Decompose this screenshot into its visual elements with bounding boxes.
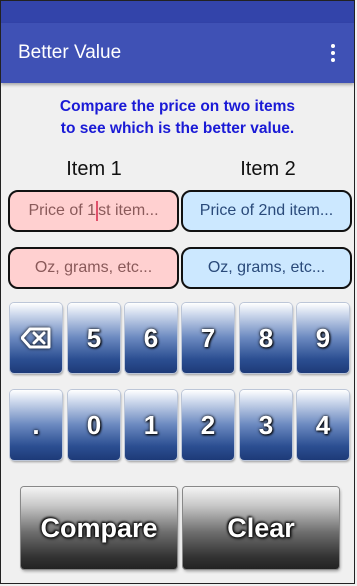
- item1-price-text-b: st item...: [98, 202, 159, 219]
- item2-size-input[interactable]: Oz, grams, etc...: [181, 247, 352, 289]
- key-5[interactable]: 5: [68, 303, 120, 373]
- item1-size-input[interactable]: Oz, grams, etc...: [8, 247, 179, 289]
- key-4[interactable]: 4: [297, 390, 349, 460]
- item1-label: Item 1: [66, 158, 122, 180]
- backspace-key[interactable]: [10, 303, 62, 373]
- clear-button[interactable]: Clear: [183, 487, 339, 569]
- more-vert-icon[interactable]: [318, 33, 348, 73]
- item2-price-input[interactable]: Price of 2nd item...: [181, 190, 352, 232]
- key-1[interactable]: 1: [125, 390, 177, 460]
- app-bar: Better Value: [1, 23, 354, 83]
- instructions-text: Compare the price on two items to see wh…: [1, 96, 354, 140]
- key-6[interactable]: 6: [125, 303, 177, 373]
- key-8[interactable]: 8: [240, 303, 292, 373]
- item1-price-text-a: Price of 1: [28, 202, 97, 219]
- status-bar: [1, 1, 354, 23]
- key-3[interactable]: 3: [240, 390, 292, 460]
- app-frame: Better Value Compare the price on two it…: [0, 0, 355, 584]
- item1-price-input[interactable]: Price of 1st item...: [8, 190, 179, 232]
- app-title: Better Value: [18, 42, 122, 63]
- key-7[interactable]: 7: [182, 303, 234, 373]
- backspace-icon: [21, 327, 51, 349]
- compare-button[interactable]: Compare: [21, 487, 177, 569]
- item2-label: Item 2: [240, 158, 296, 180]
- key-0[interactable]: 0: [68, 390, 120, 460]
- key-2[interactable]: 2: [182, 390, 234, 460]
- key-decimal[interactable]: .: [10, 390, 62, 460]
- instructions-line-1: Compare the price on two items: [59, 98, 296, 115]
- instructions-line-2: to see which is the better value.: [60, 120, 295, 137]
- key-9[interactable]: 9: [297, 303, 349, 373]
